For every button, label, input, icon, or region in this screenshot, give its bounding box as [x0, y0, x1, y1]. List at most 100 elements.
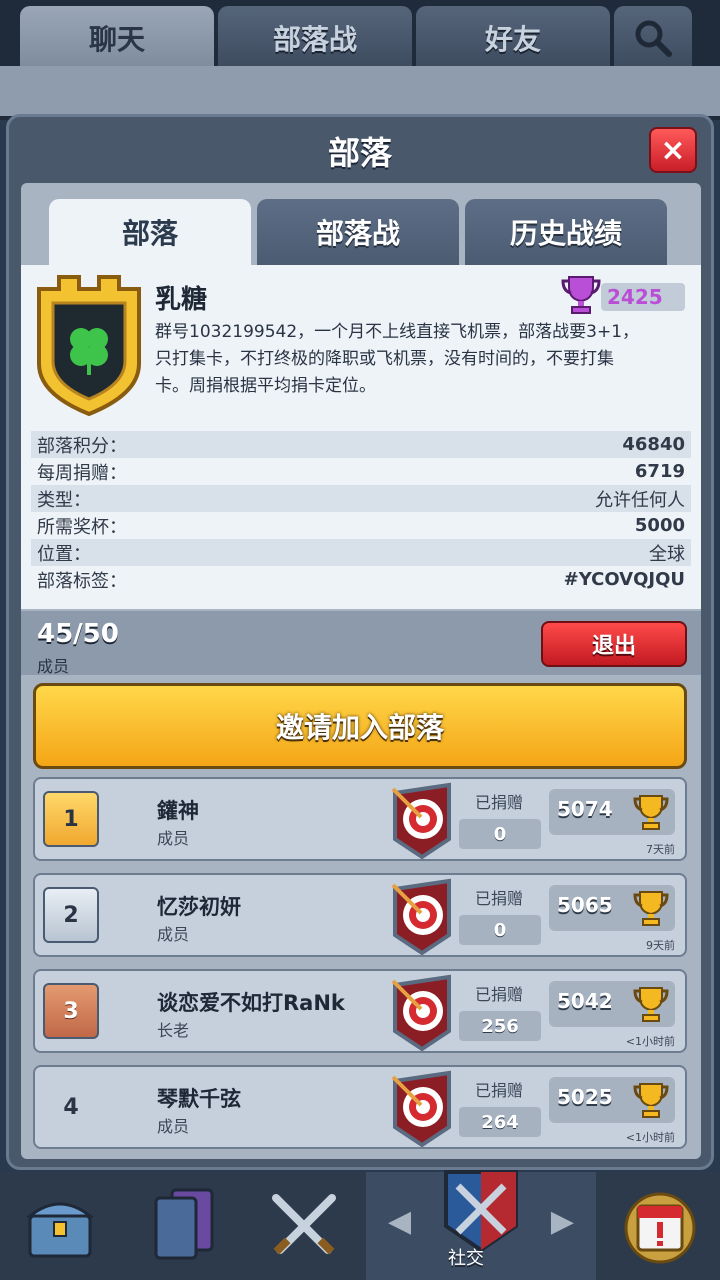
member-row[interactable]: 1 鑵神 成员 已捐赠 0 5074 7天前	[33, 777, 687, 861]
trophy-icon	[633, 1083, 669, 1118]
bottom-nav: ◀ ▶	[0, 1170, 720, 1280]
member-row[interactable]: 4 琴默千弦 成员 已捐赠 264 5025 <1小时前	[33, 1065, 687, 1149]
stat-label: 所需奖杯：	[37, 516, 127, 538]
member-trophies: 5065	[549, 885, 675, 931]
last-seen: <1小时前	[625, 1131, 675, 1144]
nav-social-label: 社交	[448, 1248, 484, 1269]
clan-name: 乳糖	[155, 285, 208, 315]
purple-trophy-icon	[561, 276, 601, 314]
clan-trophies: 2425	[561, 276, 685, 314]
stat-value: 5000	[634, 515, 685, 536]
donated-value: 0	[459, 819, 541, 849]
description-line: 只打集卡，不打终极的降职或飞机票，没有时间的，不要打集	[155, 349, 614, 369]
member-name: 琴默千弦	[157, 1087, 241, 1111]
subtab-war-history[interactable]: 历史战绩	[465, 199, 667, 265]
stat-weekly-donations: 每周捐赠： 6719	[31, 458, 691, 485]
rank-badge: 4	[63, 1094, 79, 1120]
search-button[interactable]	[614, 6, 692, 70]
stat-label: 部落标签：	[37, 570, 127, 592]
member-name: 谈恋爱不如打RaNk	[157, 991, 345, 1015]
close-icon: ×	[660, 132, 686, 168]
description-line: 卡。周捐根据平均捐卡定位。	[155, 376, 376, 396]
last-seen: <1小时前	[625, 1035, 675, 1048]
member-label: 成员	[37, 657, 70, 676]
arena-target-icon	[391, 1070, 451, 1148]
stat-required-trophies: 所需奖杯： 5000	[31, 512, 691, 539]
stat-value: 46840	[622, 434, 685, 455]
trophy-count: 5065	[557, 893, 613, 917]
member-row[interactable]: 2 忆莎初妍 成员 已捐赠 0 5065 9天前	[33, 873, 687, 957]
rank-badge: 2	[43, 887, 99, 943]
stat-label: 每周捐赠：	[37, 462, 127, 484]
donated-label: 已捐赠	[475, 985, 524, 1004]
clan-info: 乳糖 2425 群号1032199542，一个月不上线直接飞机票，部落战要3+1…	[21, 265, 701, 609]
nav-battle[interactable]	[244, 1172, 364, 1280]
arena-target-icon	[391, 974, 451, 1052]
chevron-left-icon[interactable]: ◀	[388, 1204, 411, 1239]
trophy-count: 5042	[557, 989, 613, 1013]
search-icon	[635, 20, 672, 57]
invite-button[interactable]: 邀请加入部落	[33, 683, 687, 769]
donated-value: 264	[459, 1107, 541, 1137]
tab-chat[interactable]: 聊天	[20, 6, 214, 70]
clan-description: 群号1032199542，一个月不上线直接飞机票，部落战要3+1， 只打集卡，不…	[155, 319, 675, 400]
member-role: 长老	[157, 1021, 190, 1040]
chest-icon	[25, 1202, 95, 1258]
clan-panel: 部落 部落战 历史战绩 乳糖 2425 群号1032199542，一个月不上线直…	[21, 183, 701, 1159]
member-trophies: 5074	[549, 789, 675, 835]
trophy-icon	[633, 987, 669, 1022]
member-role: 成员	[157, 829, 190, 848]
modal-title: 部落	[327, 134, 392, 172]
close-button[interactable]: ×	[649, 127, 697, 173]
clan-trophy-value: 2425	[601, 283, 685, 311]
stat-clan-score: 部落积分： 46840	[31, 431, 691, 458]
subtab-clan[interactable]: 部落	[49, 199, 251, 265]
member-role: 成员	[157, 1117, 190, 1136]
tab-friends[interactable]: 好友	[416, 6, 610, 70]
donated-label: 已捐赠	[475, 1081, 524, 1100]
trophy-icon	[633, 795, 669, 830]
stat-value: #YCOVQJQU	[563, 569, 685, 590]
donated-label: 已捐赠	[475, 889, 524, 908]
trophy-icon	[633, 891, 669, 926]
background-strip	[0, 66, 720, 116]
donated-label: 已捐赠	[475, 793, 524, 812]
stat-value: 允许任何人	[595, 489, 685, 511]
description-line: 群号1032199542，一个月不上线直接飞机票，部落战要3+1，	[155, 322, 640, 342]
stat-location: 位置： 全球	[31, 539, 691, 566]
clan-badge-icon	[37, 275, 141, 417]
tab-clan-war[interactable]: 部落战	[218, 6, 412, 70]
donated-value: 0	[459, 915, 541, 945]
stat-value: 全球	[649, 543, 685, 565]
member-role: 成员	[157, 925, 190, 944]
stat-label: 类型：	[37, 489, 91, 511]
stat-type: 类型： 允许任何人	[31, 485, 691, 512]
member-name: 鑵神	[157, 799, 199, 823]
trophy-count: 5025	[557, 1085, 613, 1109]
member-name: 忆莎初妍	[157, 895, 241, 919]
donated-value: 256	[459, 1011, 541, 1041]
rank-badge: 1	[43, 791, 99, 847]
chevron-right-icon[interactable]: ▶	[551, 1204, 574, 1239]
member-trophies: 5042	[549, 981, 675, 1027]
stat-clan-tag: 部落标签： #YCOVQJQU	[31, 566, 691, 593]
stat-value: 6719	[634, 461, 685, 482]
member-row[interactable]: 3 谈恋爱不如打RaNk 长老 已捐赠 256 5042 <1小时前	[33, 969, 687, 1053]
nav-cards[interactable]	[122, 1172, 242, 1280]
cards-icon	[154, 1188, 214, 1260]
last-seen: 7天前	[646, 843, 675, 856]
nav-events[interactable]	[600, 1172, 720, 1280]
nav-shop[interactable]	[0, 1172, 120, 1280]
clan-modal: 部落 × 部落 部落战 历史战绩 乳糖 2425 群号1032199542，一个…	[6, 114, 714, 1170]
stat-label: 部落积分：	[37, 435, 127, 457]
member-trophies: 5025	[549, 1077, 675, 1123]
leave-button[interactable]: 退出	[541, 621, 687, 667]
arena-target-icon	[391, 878, 451, 956]
last-seen: 9天前	[646, 939, 675, 952]
subtab-clan-war[interactable]: 部落战	[257, 199, 459, 265]
social-clan-icon	[444, 1170, 518, 1253]
trophy-count: 5074	[557, 797, 613, 821]
arena-target-icon	[391, 782, 451, 860]
battle-swords-icon	[272, 1194, 336, 1255]
stat-label: 位置：	[37, 543, 91, 565]
